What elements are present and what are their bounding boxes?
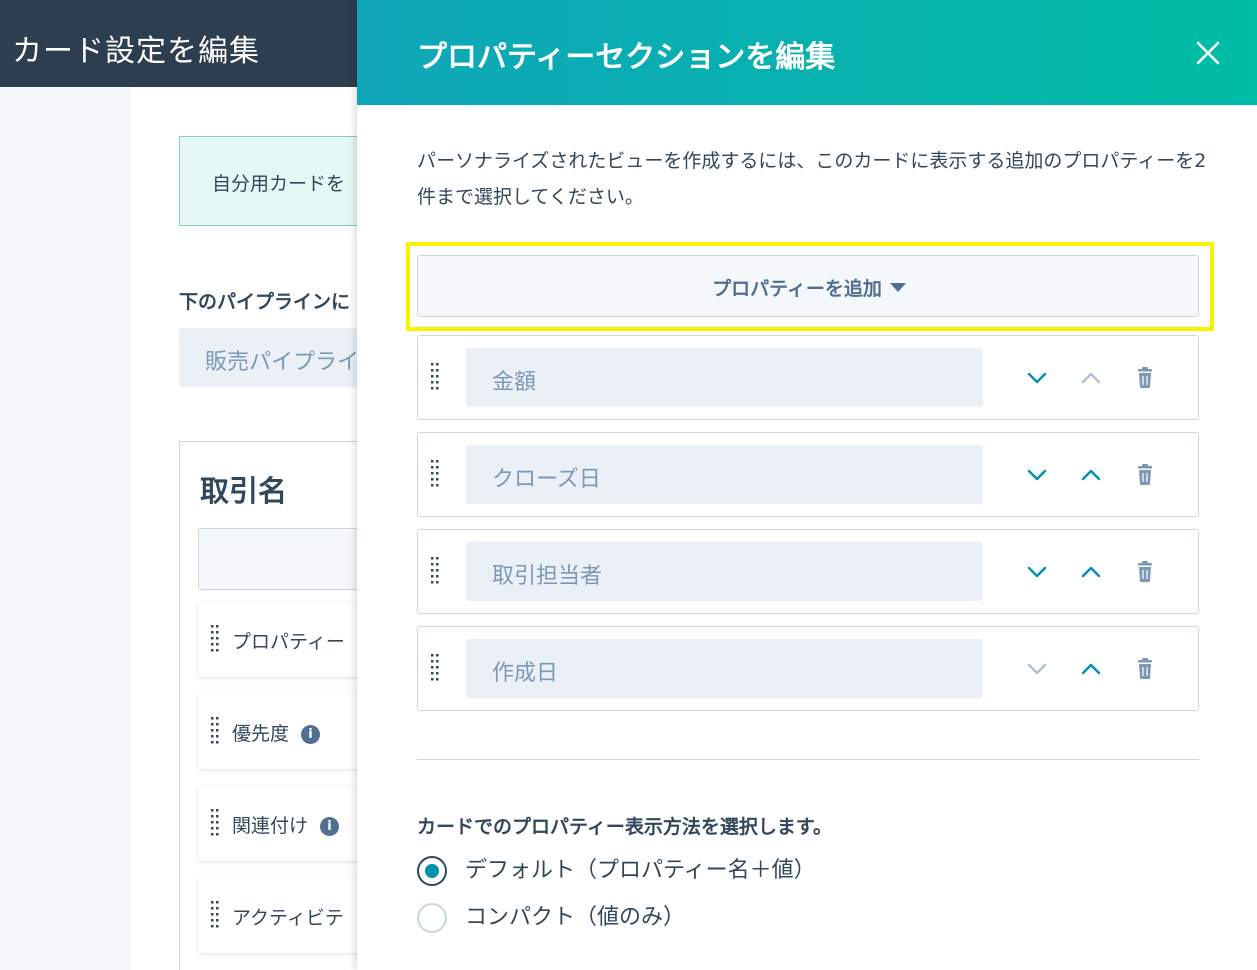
property-row: 作成日: [417, 626, 1199, 711]
close-icon[interactable]: [1193, 38, 1223, 68]
card-section-label: 関連付け i: [232, 811, 340, 838]
property-name: クローズ日: [492, 467, 601, 492]
add-property-button-label: プロパティーを追加: [712, 278, 882, 300]
drag-handle-icon[interactable]: [430, 556, 440, 588]
move-down-icon[interactable]: [1022, 557, 1052, 587]
info-icon[interactable]: i: [301, 725, 321, 744]
property-row: 金額: [417, 335, 1199, 420]
info-banner: 自分用カードを: [179, 136, 379, 226]
property-field[interactable]: クローズ日: [466, 445, 983, 504]
card-preview-title: 取引名: [200, 474, 288, 508]
edit-property-section-panel: プロパティーセクションを編集 パーソナライズされたビューを作成するには、このカー…: [357, 0, 1257, 970]
drag-handle-icon: [211, 625, 219, 652]
property-name: 作成日: [492, 661, 559, 686]
info-banner-text: 自分用カードを: [212, 173, 346, 195]
radio-button[interactable]: [417, 903, 447, 933]
property-row: 取引担当者: [417, 529, 1199, 614]
caret-down-icon: [889, 283, 906, 292]
panel-description: パーソナライズされたビューを作成するには、このカードに表示する追加のプロパティー…: [417, 150, 1207, 208]
page-sidebar: [0, 87, 131, 970]
pipeline-select-value: 販売パイプライ: [205, 350, 360, 375]
panel-title: プロパティーセクションを編集: [417, 40, 836, 75]
drag-handle-icon: [211, 717, 219, 744]
info-icon[interactable]: i: [320, 817, 340, 836]
card-section-label: プロパティー: [232, 631, 345, 653]
drag-handle-icon: [211, 809, 219, 836]
page-title: カード設定を編集: [12, 34, 260, 69]
property-name: 金額: [492, 370, 537, 395]
move-down-icon[interactable]: [1022, 460, 1052, 490]
pipeline-label: 下のパイプラインに: [179, 291, 351, 313]
drag-handle-icon[interactable]: [430, 653, 440, 685]
radio-default-label: デフォルト（プロパティー名＋値）: [465, 858, 816, 883]
trash-icon[interactable]: [1134, 366, 1156, 390]
property-field[interactable]: 取引担当者: [466, 542, 983, 601]
radio-compact-label: コンパクト（値のみ）: [465, 905, 686, 930]
drag-handle-icon[interactable]: [430, 362, 440, 394]
move-up-icon[interactable]: [1076, 557, 1106, 587]
display-mode-label: カードでのプロパティー表示方法を選択します。: [417, 816, 832, 838]
card-section-label: アクティビテ: [232, 907, 344, 929]
divider: [417, 759, 1199, 760]
property-field[interactable]: 作成日: [466, 639, 983, 698]
move-up-icon[interactable]: [1076, 460, 1106, 490]
move-up-icon[interactable]: [1076, 363, 1106, 393]
trash-icon[interactable]: [1134, 463, 1156, 487]
radio-button-checked[interactable]: [417, 856, 447, 886]
move-up-icon[interactable]: [1076, 654, 1106, 684]
panel-header: プロパティーセクションを編集: [357, 0, 1257, 105]
trash-icon[interactable]: [1134, 657, 1156, 681]
drag-handle-icon: [211, 901, 219, 928]
property-field[interactable]: 金額: [466, 348, 983, 407]
add-property-button[interactable]: プロパティーを追加: [417, 255, 1199, 317]
card-section-label: 優先度 i: [232, 719, 321, 746]
drag-handle-icon[interactable]: [430, 459, 440, 491]
card-preview: 取引名 プロパティー 優先度 i 関連付け i アクティビテ: [179, 441, 388, 970]
pipeline-select[interactable]: 販売パイプライ: [179, 328, 379, 387]
move-down-icon[interactable]: [1022, 654, 1052, 684]
move-down-icon[interactable]: [1022, 363, 1052, 393]
property-row: クローズ日: [417, 432, 1199, 517]
property-name: 取引担当者: [492, 564, 603, 589]
trash-icon[interactable]: [1134, 560, 1156, 584]
